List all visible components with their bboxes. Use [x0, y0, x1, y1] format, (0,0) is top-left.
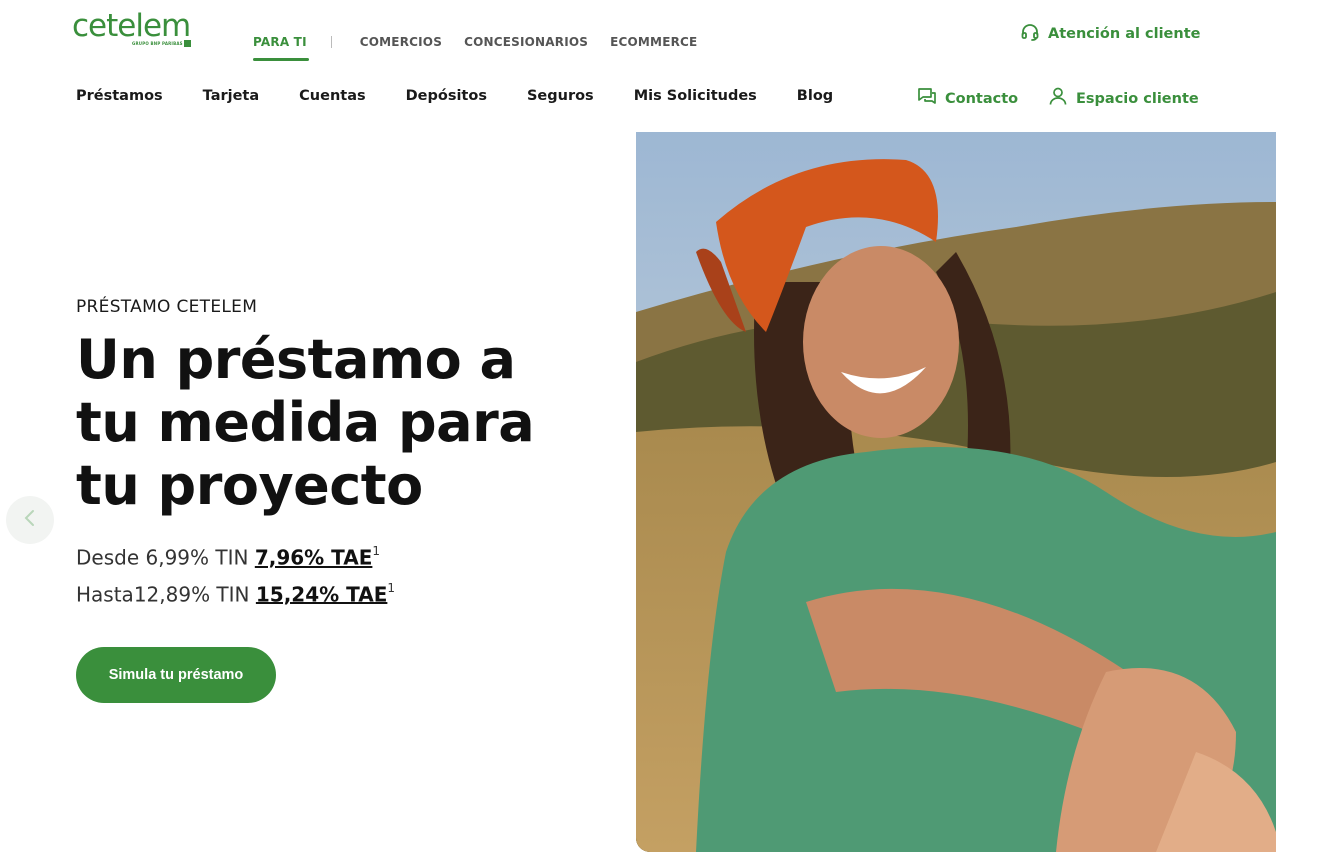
client-area-label: Espacio cliente [1076, 91, 1199, 107]
cetelem-logo[interactable]: cetelem GRUPO BNP PARIBAS [72, 8, 194, 52]
tab-concesionarios[interactable]: CONCESIONARIOS [464, 34, 588, 62]
rate-min-footnote: 1 [372, 544, 381, 558]
logo-wordmark: cetelem [72, 8, 191, 44]
hero-content: PRÉSTAMO CETELEM Un préstamo a tu medida… [76, 296, 616, 610]
customer-support-link[interactable]: Atención al cliente [1020, 22, 1200, 46]
segment-divider [330, 36, 332, 48]
hero-eyebrow: PRÉSTAMO CETELEM [76, 297, 258, 317]
nav-item-cuentas[interactable]: Cuentas [299, 86, 365, 106]
hero-photo [636, 132, 1276, 852]
segment-tabs: PARA TI COMERCIOS CONCESIONARIOS ECOMMER… [253, 34, 719, 62]
customer-support-label: Atención al cliente [1048, 26, 1201, 42]
rate-min: Desde 6,99% TIN 7,96% TAE1 [76, 537, 616, 574]
rate-max-prefix: Hasta12,89% TIN [76, 582, 256, 607]
simulate-loan-button[interactable]: Simula tu préstamo [76, 647, 276, 703]
nav-item-mis-solicitudes[interactable]: Mis Solicitudes [634, 86, 757, 106]
rate-min-tae[interactable]: 7,96% TAE [255, 546, 373, 570]
tab-ecommerce[interactable]: ECOMMERCE [610, 34, 697, 62]
carousel-prev-button[interactable] [6, 496, 54, 544]
logo-tagline: GRUPO BNP PARIBAS [132, 41, 183, 46]
tab-para-ti[interactable]: PARA TI [253, 34, 309, 62]
user-icon [1048, 86, 1076, 112]
rate-min-prefix: Desde 6,99% TIN [76, 545, 255, 570]
chevron-left-icon [22, 508, 38, 532]
headline-line-2: tu medida para [76, 391, 535, 454]
headline-line-3: tu proyecto [76, 454, 423, 517]
rates-block: Desde 6,99% TIN 7,96% TAE1 Hasta12,89% T… [76, 537, 616, 610]
headset-icon [1020, 22, 1048, 46]
client-area-link[interactable]: Espacio cliente [1048, 86, 1199, 112]
rate-max-footnote: 1 [387, 580, 396, 595]
nav-item-depositos[interactable]: Depósitos [406, 86, 487, 106]
tab-comercios[interactable]: COMERCIOS [360, 34, 442, 62]
nav-item-seguros[interactable]: Seguros [527, 86, 594, 106]
rate-max: Hasta12,89% TIN 15,24% TAE1 [76, 574, 616, 611]
nav-item-tarjeta[interactable]: Tarjeta [203, 86, 259, 106]
hero-headline: Un préstamo a tu medida para tu proyecto [76, 328, 616, 517]
headline-line-1: Un préstamo a [76, 328, 516, 391]
nav-item-blog[interactable]: Blog [797, 86, 833, 106]
main-nav: Préstamos Tarjeta Cuentas Depósitos Segu… [76, 86, 873, 106]
contact-link[interactable]: Contacto [917, 86, 1018, 112]
contact-label: Contacto [945, 91, 1019, 107]
nav-item-prestamos[interactable]: Préstamos [76, 86, 163, 106]
rate-max-tae[interactable]: 15,24% TAE [256, 582, 388, 606]
chat-icon [917, 86, 945, 112]
bnp-mark-icon [184, 40, 191, 47]
